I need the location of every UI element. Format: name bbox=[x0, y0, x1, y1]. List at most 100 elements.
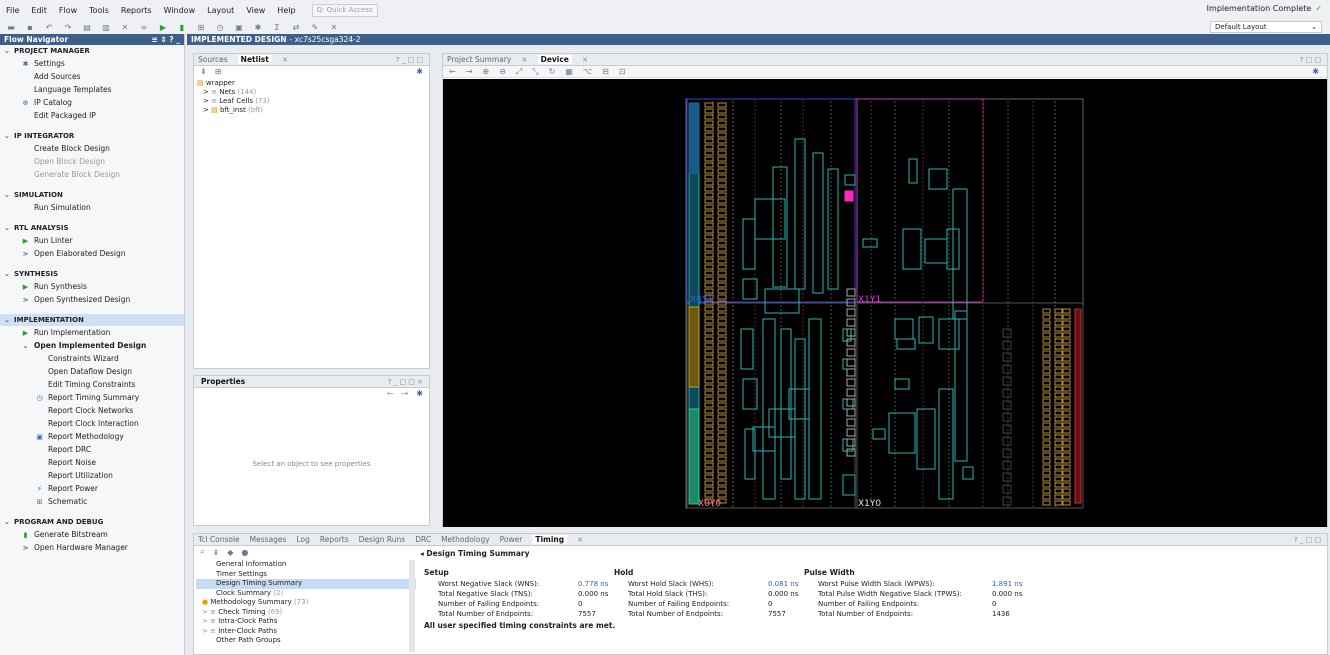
section-implementation[interactable]: ⌄ IMPLEMENTATION bbox=[0, 314, 184, 326]
section-project-manager[interactable]: ⌄ PROJECT MANAGER bbox=[0, 45, 184, 57]
tab-messages[interactable]: Messages bbox=[250, 535, 287, 544]
flow-item-open-elaborated-design[interactable]: > Open Elaborated Design bbox=[0, 247, 184, 260]
tree-scrollbar[interactable] bbox=[409, 560, 415, 652]
menu-edit[interactable]: Edit bbox=[31, 6, 47, 15]
panel-controls[interactable]: ≡ ⇕ ? _ bbox=[151, 35, 180, 44]
timing-tree-item[interactable]: > ≡ Inter-Clock Paths bbox=[196, 627, 416, 637]
flow-item-open-block-design[interactable]: Open Block Design bbox=[0, 155, 184, 168]
schematic-icon[interactable]: ⊞ bbox=[215, 67, 222, 76]
panel-controls[interactable]: ? _ □ □ bbox=[396, 56, 423, 64]
device-canvas[interactable]: X0Y1 X1Y1 X0Y0 X1Y0 bbox=[443, 79, 1327, 527]
tab-design-runs[interactable]: Design Runs bbox=[359, 535, 406, 544]
flow-item-run-synthesis[interactable]: ▶ Run Synthesis bbox=[0, 280, 184, 293]
section-synthesis[interactable]: ⌄ SYNTHESIS bbox=[0, 268, 184, 280]
close-icon[interactable]: ✕ bbox=[329, 23, 339, 32]
flow-item-generate-bitstream[interactable]: ▮ Generate Bitstream bbox=[0, 528, 184, 541]
section-ip-integrator[interactable]: ⌄ IP INTEGRATOR bbox=[0, 130, 184, 142]
flow-item-open-hardware-manager[interactable]: > Open Hardware Manager bbox=[0, 541, 184, 554]
tab-tcl-console[interactable]: Tcl Console bbox=[198, 535, 240, 544]
search-icon[interactable]: ⌕ bbox=[200, 547, 204, 557]
chevron-down-icon[interactable]: ⌄ bbox=[4, 316, 14, 324]
menu-file[interactable]: File bbox=[6, 6, 19, 15]
flow-item-generate-block-design[interactable]: Generate Block Design bbox=[0, 168, 184, 181]
chevron-down-icon[interactable]: ⌄ bbox=[4, 47, 14, 55]
redo-icon[interactable]: ↷ bbox=[63, 23, 73, 32]
flow-item-open-synthesized-design[interactable]: > Open Synthesized Design bbox=[0, 293, 184, 306]
flow-item-open-dataflow-design[interactable]: Open Dataflow Design bbox=[0, 365, 184, 378]
chevron-down-icon[interactable]: ⌄ bbox=[4, 224, 14, 232]
grid-icon[interactable]: ▦ bbox=[565, 67, 573, 76]
circle-icon[interactable]: ● bbox=[241, 548, 248, 557]
menu-layout[interactable]: Layout bbox=[207, 6, 234, 15]
metric-link[interactable]: 0.778 ns bbox=[578, 580, 608, 588]
run-icon[interactable]: ▶ bbox=[158, 23, 168, 32]
tab-device[interactable]: Device bbox=[537, 55, 572, 64]
flow-item-report-drc[interactable]: Report DRC bbox=[0, 443, 184, 456]
timing-tree-item[interactable]: > ≡ Check Timing (69) bbox=[196, 608, 416, 618]
flow-item-open-implemented-design[interactable]: ⌄ Open Implemented Design bbox=[0, 339, 184, 352]
undo-icon[interactable]: ↶ bbox=[44, 23, 54, 32]
timing-tree-item[interactable]: Clock Summary (2) bbox=[196, 589, 416, 599]
save-icon[interactable]: ▪ bbox=[25, 23, 35, 32]
diamond-icon[interactable]: ◆ bbox=[227, 548, 233, 557]
tab-reports[interactable]: Reports bbox=[320, 535, 349, 544]
settings-icon[interactable]: ✱ bbox=[253, 23, 263, 32]
tab-timing[interactable]: Timing bbox=[532, 535, 568, 544]
flow-item-create-block-design[interactable]: Create Block Design bbox=[0, 142, 184, 155]
back-icon[interactable]: ← bbox=[387, 389, 394, 398]
tab-sources[interactable]: Sources bbox=[198, 55, 228, 64]
tree-root[interactable]: ▤ wrapper bbox=[197, 79, 426, 88]
forward-icon[interactable]: → bbox=[402, 389, 409, 398]
menu-flow[interactable]: Flow bbox=[59, 6, 77, 15]
close-icon[interactable]: × bbox=[282, 55, 288, 64]
timing-tree-item[interactable]: General Information bbox=[196, 560, 416, 570]
tab-netlist[interactable]: Netlist bbox=[237, 55, 272, 64]
quick-access-input[interactable]: Q: Quick Access bbox=[311, 3, 378, 17]
tree-item-nets[interactable]: > ≡ Nets (144) bbox=[197, 88, 426, 97]
flow-item-ip-catalog[interactable]: ⊕ IP Catalog bbox=[0, 96, 184, 109]
flow-item-report-clock-interaction[interactable]: Report Clock Interaction bbox=[0, 417, 184, 430]
chevron-down-icon[interactable]: ⌄ bbox=[4, 132, 14, 140]
panel-controls[interactable]: ? □ □ bbox=[1300, 56, 1321, 64]
tab-project-summary[interactable]: Project Summary bbox=[447, 55, 511, 64]
fit-icon[interactable]: ⤢ bbox=[516, 67, 522, 77]
chevron-down-icon[interactable]: ⌄ bbox=[4, 518, 14, 526]
section-simulation[interactable]: ⌄ SIMULATION bbox=[0, 189, 184, 201]
flow-item-schematic[interactable]: ⊞ Schematic bbox=[0, 495, 184, 508]
section-rtl-analysis[interactable]: ⌄ RTL ANALYSIS bbox=[0, 222, 184, 234]
report-icon[interactable]: ▣ bbox=[234, 23, 244, 32]
flow-item-report-power[interactable]: ⚡ Report Power bbox=[0, 482, 184, 495]
chevron-down-icon[interactable]: ⌄ bbox=[4, 270, 14, 278]
clock-icon[interactable]: ◷ bbox=[215, 23, 225, 32]
timing-tree-item[interactable]: Other Path Groups bbox=[196, 636, 416, 646]
metric-link[interactable]: 0.081 ns bbox=[768, 580, 798, 588]
menu-help[interactable]: Help bbox=[277, 6, 295, 15]
program-icon[interactable]: ▮ bbox=[177, 23, 187, 32]
refresh-icon[interactable]: ↻ bbox=[549, 67, 556, 76]
timing-tree-item[interactable]: ● Methodology Summary (73) bbox=[196, 598, 416, 608]
layout-select[interactable]: Default Layout ⌄ bbox=[1210, 21, 1322, 33]
chevron-down-icon[interactable]: ⌄ bbox=[4, 191, 14, 199]
flow-item-report-noise[interactable]: Report Noise bbox=[0, 456, 184, 469]
timing-tree-item[interactable]: > ≡ Intra-Clock Paths bbox=[196, 617, 416, 627]
timing-tree-item[interactable]: Design Timing Summary bbox=[196, 579, 416, 589]
paste-icon[interactable]: ▥ bbox=[101, 23, 111, 32]
timing-tree-item[interactable]: Timer Settings bbox=[196, 570, 416, 580]
menu-reports[interactable]: Reports bbox=[121, 6, 152, 15]
menu-window[interactable]: Window bbox=[164, 6, 196, 15]
schematic-icon[interactable]: ⊞ bbox=[196, 23, 206, 32]
flow-item-run-implementation[interactable]: ▶ Run Implementation bbox=[0, 326, 184, 339]
back-icon[interactable]: ← bbox=[449, 67, 456, 76]
flow-item-report-utilization[interactable]: Report Utilization bbox=[0, 469, 184, 482]
menu-tools[interactable]: Tools bbox=[89, 6, 109, 15]
flow-item-add-sources[interactable]: Add Sources bbox=[0, 70, 184, 83]
sigma-icon[interactable]: Σ bbox=[272, 23, 282, 32]
infinity-icon[interactable]: ∞ bbox=[139, 23, 149, 32]
delete-icon[interactable]: ✕ bbox=[120, 23, 130, 32]
flow-item-run-simulation[interactable]: Run Simulation bbox=[0, 201, 184, 214]
zoom-out-icon[interactable]: ⊖ bbox=[499, 67, 506, 76]
flow-item-language-templates[interactable]: Language Templates bbox=[0, 83, 184, 96]
metric-link[interactable]: 1.891 ns bbox=[992, 580, 1022, 588]
tab-methodology[interactable]: Methodology bbox=[441, 535, 490, 544]
flow-item-edit-packaged-ip[interactable]: Edit Packaged IP bbox=[0, 109, 184, 122]
